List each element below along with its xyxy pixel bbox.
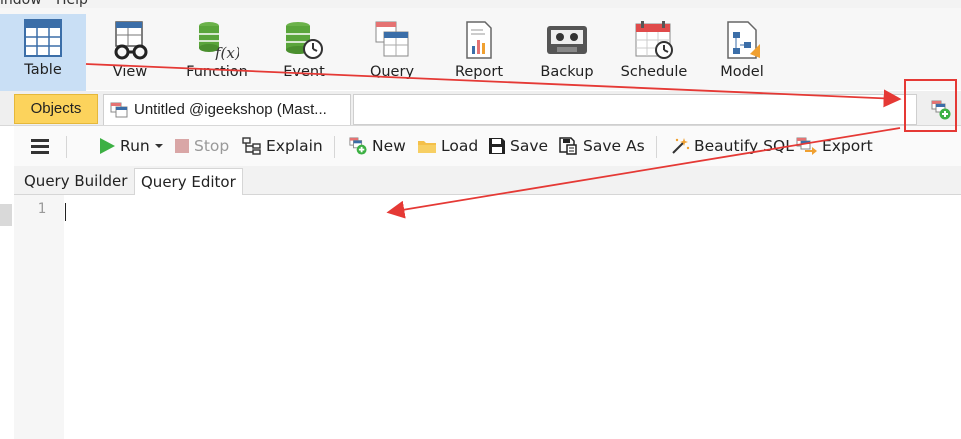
view-icon [114,21,148,60]
main-toolbar: Table View f(x) Function Event Query Rep… [0,8,961,94]
menu-bar: indow Help [0,0,961,8]
text-cursor [65,203,66,221]
new-query-tab-icon [931,100,951,120]
toolbar-table-label: Table [24,62,62,78]
line-number: 1 [37,201,46,217]
query-editor-toolbar: Run Stop Explain New Load Save Save As B… [14,126,961,166]
tab-objects[interactable]: Objects [14,94,98,124]
explain-label: Explain [266,137,323,155]
query-icon [375,21,409,57]
tab-untitled-query[interactable]: Untitled @igeekshop (Mast... [103,94,351,125]
export-button[interactable]: Export [796,134,873,158]
function-icon: f(x) [199,22,239,60]
backup-icon [547,26,587,54]
export-icon [796,137,817,155]
event-icon [286,22,323,59]
toolbar-report-button[interactable]: Report [437,16,521,90]
hamburger-icon [31,139,49,154]
toolbar-separator [656,136,657,158]
sql-editor[interactable]: 1 [14,195,961,439]
save-as-button[interactable]: Save As [559,134,645,158]
schedule-icon [635,21,673,59]
svg-text:f(x): f(x) [214,44,239,60]
new-query-button[interactable]: New [348,134,406,158]
toolbar-separator [334,136,335,158]
model-icon [727,21,760,59]
toolbar-schedule-label: Schedule [620,64,688,80]
menu-item-window[interactable]: indow [0,0,42,8]
folder-icon [418,141,436,153]
report-icon [466,21,492,59]
toolbar-backup-label: Backup [540,64,594,80]
stop-icon [175,139,189,153]
toolbar-query-label: Query [369,64,415,80]
document-tabs: Objects Untitled @igeekshop (Mast... [0,91,961,126]
query-mode-tabs: Query Builder Query Editor [14,166,961,195]
toolbar-event-label: Event [283,64,325,80]
toolbar-view-button[interactable]: View [88,16,172,90]
tab-untitled-label: Untitled @igeekshop (Mast... [134,101,327,118]
beautify-sql-button[interactable]: Beautify SQL [670,134,794,158]
left-panel-edge [0,204,12,226]
line-number-gutter: 1 [14,195,64,439]
explain-icon [242,137,261,155]
run-dropdown-button[interactable] [154,134,168,158]
run-label: Run [120,137,150,155]
toolbar-schedule-button[interactable]: Schedule [612,16,696,90]
save-as-label: Save As [583,137,645,155]
tab-query-builder[interactable]: Query Builder [18,168,133,194]
menu-item-help[interactable]: Help [56,0,88,8]
stop-label: Stop [194,137,230,155]
toolbar-separator [66,136,67,158]
toolbar-model-label: Model [720,64,764,80]
run-button[interactable]: Run [98,134,150,158]
table-icon [24,19,62,57]
load-button[interactable]: Load [417,134,478,158]
export-label: Export [822,137,873,155]
stop-button[interactable]: Stop [174,134,229,158]
explain-button[interactable]: Explain [242,134,323,158]
chevron-down-icon [155,144,163,148]
toolbar-event-button[interactable]: Event [262,16,346,90]
toolbar-backup-button[interactable]: Backup [525,16,609,90]
save-icon [489,138,505,154]
new-label: New [372,137,406,155]
save-label: Save [510,137,549,155]
run-icon [100,138,115,154]
toolbar-function-button[interactable]: f(x) Function [175,16,259,90]
toolbar-function-label: Function [186,64,248,80]
tab-query-editor[interactable]: Query Editor [134,168,243,195]
beautify-sql-label: Beautify SQL [694,137,794,155]
query-tab-icon [110,102,128,118]
new-query-tab-button[interactable] [918,94,961,125]
load-label: Load [441,137,479,155]
save-button[interactable]: Save [488,134,548,158]
toolbar-query-button[interactable]: Query [350,16,434,90]
tab-strip-empty-area [353,94,917,125]
toolbar-model-button[interactable]: Model [700,16,784,90]
save-as-icon [559,137,577,155]
hamburger-menu-button[interactable] [30,134,54,158]
new-query-icon [349,137,367,155]
toolbar-table-button[interactable]: Table [0,14,86,94]
magic-wand-icon [672,138,690,154]
toolbar-report-label: Report [454,64,504,80]
toolbar-view-label: View [112,64,148,80]
